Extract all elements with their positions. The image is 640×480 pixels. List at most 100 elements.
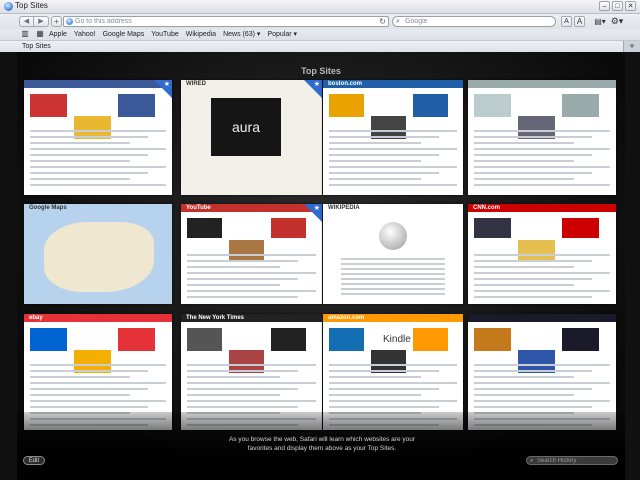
page-menu-icon[interactable]: ▤▾ <box>592 16 608 27</box>
toolbar: ◀ ▶ + ↻ ⌕ A A ▤▾ ⚙▾ <box>0 14 640 29</box>
content-line <box>341 263 445 265</box>
content-line <box>329 178 421 180</box>
content-image <box>30 94 67 117</box>
content-line <box>341 293 445 295</box>
settings-gear-icon[interactable]: ⚙▾ <box>609 16 625 27</box>
bookmark-apple[interactable]: Apple <box>49 29 67 40</box>
content-line <box>329 142 421 144</box>
content-line <box>187 376 280 378</box>
content-line <box>30 388 148 390</box>
site-logo: amazon.com <box>328 315 365 321</box>
content-line <box>474 172 592 174</box>
site-hero-image: aura <box>211 98 281 156</box>
content-image <box>562 328 599 351</box>
content-line <box>341 273 445 275</box>
site-logo: Google Maps <box>29 205 67 211</box>
bookmark-google-maps[interactable]: Google Maps <box>103 29 145 40</box>
minimize-button[interactable]: – <box>599 1 610 11</box>
bookmark-yahoo[interactable]: Yahoo! <box>74 29 96 40</box>
content-line <box>474 364 610 366</box>
content-line <box>329 136 439 138</box>
content-image <box>562 218 599 238</box>
site-logo: ebay <box>29 315 43 321</box>
top-site-thumbnail[interactable]: boston.com <box>323 80 463 195</box>
content-line <box>329 148 457 150</box>
content-line <box>474 254 610 256</box>
content-line <box>474 284 574 286</box>
address-input[interactable] <box>75 17 375 26</box>
content-image <box>329 328 364 351</box>
search-history-input[interactable] <box>537 457 615 464</box>
content-image <box>271 218 306 238</box>
text-smaller-button[interactable]: A <box>561 16 572 27</box>
bookmark-wikipedia[interactable]: Wikipedia <box>186 29 216 40</box>
content-line <box>474 272 610 274</box>
site-logo: YouTube <box>186 205 211 211</box>
globe-icon <box>66 18 73 25</box>
star-icon: ★ <box>313 205 320 212</box>
right-scroll-edge <box>623 52 640 480</box>
address-bar[interactable]: ↻ <box>63 16 389 27</box>
content-image <box>118 328 155 351</box>
content-line <box>474 260 592 262</box>
reload-icon[interactable]: ↻ <box>379 17 386 26</box>
content-line <box>474 296 592 298</box>
content-line <box>30 382 166 384</box>
content-image <box>518 240 555 260</box>
content-line <box>187 272 316 274</box>
content-line <box>30 130 166 132</box>
wikipedia-globe-icon <box>379 222 407 250</box>
content-line <box>329 400 457 402</box>
content-line <box>329 388 439 390</box>
search-field[interactable]: ⌕ <box>392 16 556 27</box>
bookmark-popular-folder[interactable]: Popular ▾ <box>267 29 297 40</box>
site-logo: WIRED <box>186 81 206 87</box>
content-line <box>341 258 445 260</box>
site-header <box>24 80 172 88</box>
content-line <box>187 278 298 280</box>
content-line <box>329 184 457 186</box>
top-site-thumbnail[interactable]: Google Maps <box>24 204 172 304</box>
bookmark-news-folder[interactable]: News (63) ▾ <box>223 29 260 40</box>
content-line <box>30 364 166 366</box>
safari-icon <box>4 2 13 11</box>
back-button[interactable]: ◀ <box>19 16 34 27</box>
content-line <box>187 260 298 262</box>
text-larger-button[interactable]: A <box>574 16 585 27</box>
content-image <box>562 94 599 117</box>
bookmark-youtube[interactable]: YouTube <box>151 29 179 40</box>
edit-button[interactable]: Edit <box>23 456 45 465</box>
maximize-button[interactable]: □ <box>612 1 623 11</box>
star-icon: ★ <box>313 81 320 88</box>
top-site-thumbnail[interactable] <box>468 80 616 195</box>
content-line <box>474 278 592 280</box>
close-button[interactable]: ✕ <box>625 1 636 11</box>
search-input[interactable] <box>405 17 545 26</box>
content-line <box>187 394 280 396</box>
content-line <box>329 172 439 174</box>
add-bookmark-button[interactable]: + <box>51 16 62 27</box>
top-site-thumbnail[interactable]: aura WIRED ★ <box>181 80 322 195</box>
bookmarks-book-icon[interactable]: ▥ <box>20 30 30 38</box>
top-sites-info-text: As you browse the web, Safari will learn… <box>228 436 416 452</box>
content-line <box>30 400 166 402</box>
top-site-thumbnail[interactable]: YouTube ★ <box>181 204 322 304</box>
new-tab-button[interactable]: + <box>626 41 638 52</box>
tab-top-sites[interactable]: Top Sites <box>0 41 624 52</box>
content-line <box>474 406 592 408</box>
forward-button[interactable]: ▶ <box>34 16 49 27</box>
top-site-thumbnail[interactable]: ★ <box>24 80 172 195</box>
content-line <box>329 166 457 168</box>
top-site-thumbnail[interactable]: WIKIPEDIA <box>323 204 463 304</box>
content-line <box>474 148 610 150</box>
content-line <box>474 382 610 384</box>
content-image <box>474 218 511 238</box>
content-image <box>474 328 511 351</box>
top-site-thumbnail[interactable]: CNN.com <box>468 204 616 304</box>
top-sites-grid-icon[interactable]: ▦ <box>35 30 45 38</box>
content-line <box>474 266 574 268</box>
content-line <box>30 406 148 408</box>
content-line <box>341 278 445 280</box>
search-history-field[interactable]: ⌕ <box>526 456 618 465</box>
left-scroll-edge <box>0 52 17 480</box>
